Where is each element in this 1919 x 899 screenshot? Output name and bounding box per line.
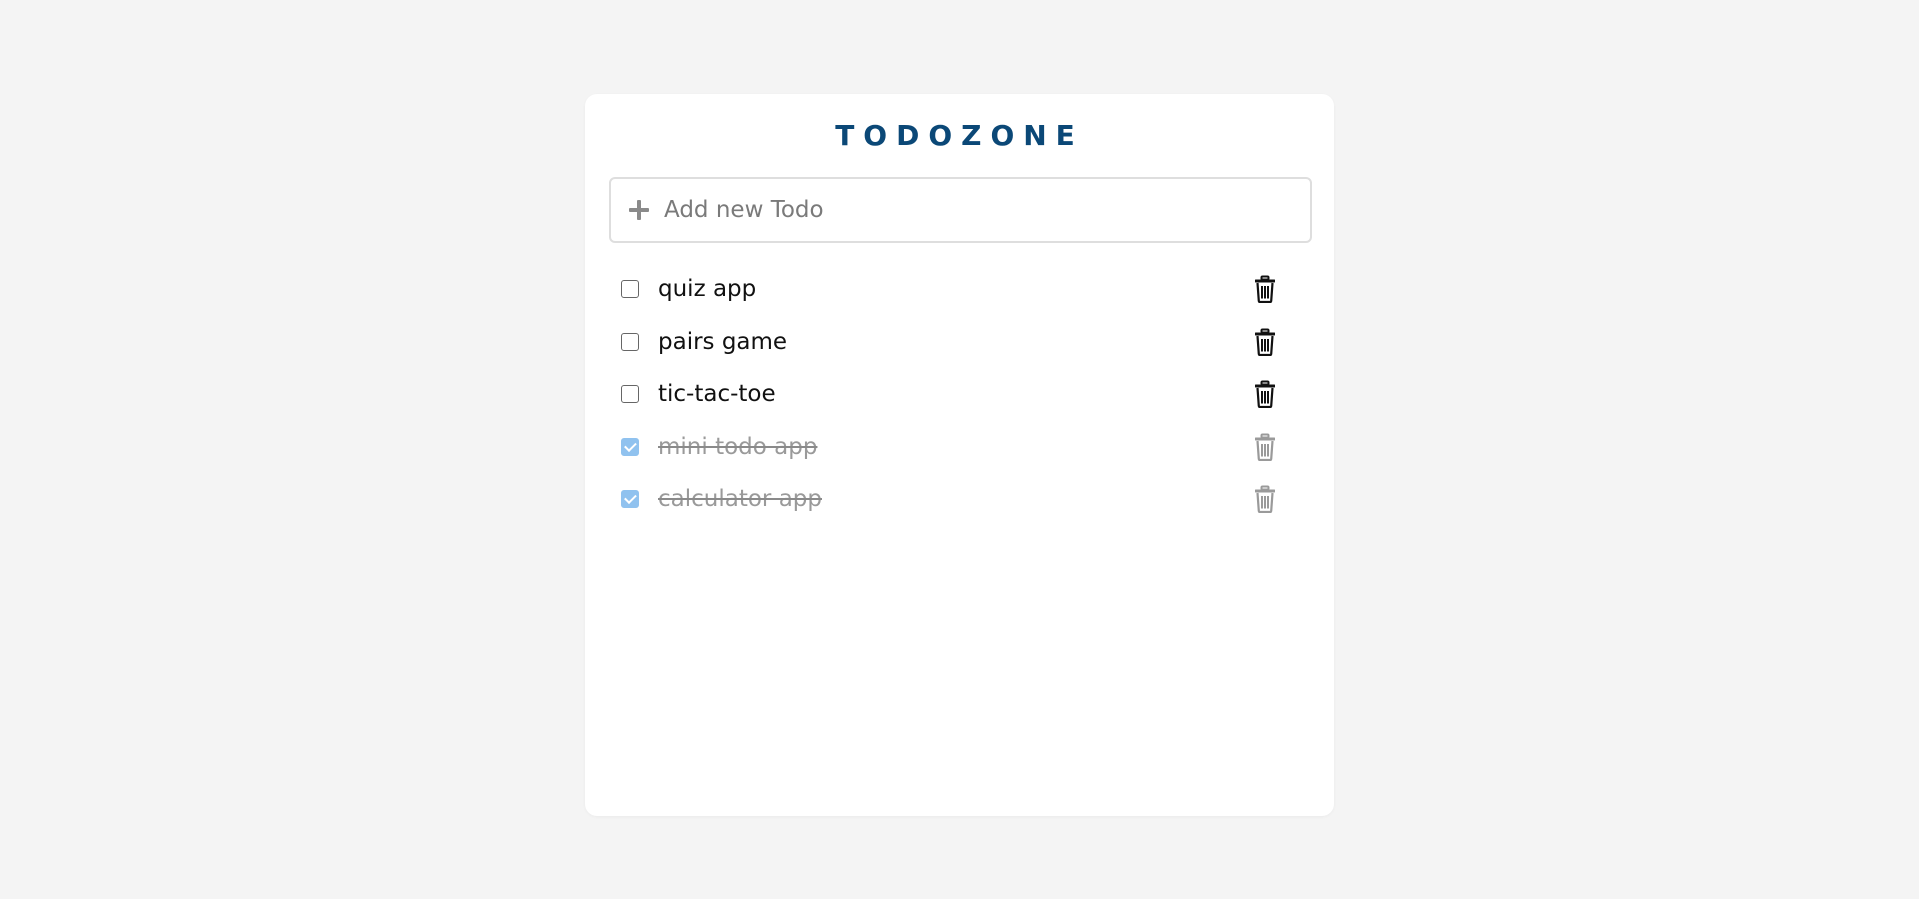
delete-button[interactable] (1252, 484, 1278, 514)
plus-icon[interactable] (628, 199, 650, 221)
add-todo-box[interactable] (609, 177, 1312, 243)
todo-checkbox[interactable] (621, 280, 639, 299)
todo-checkbox[interactable] (621, 437, 639, 456)
todo-item: mini todo app (609, 421, 1312, 474)
delete-button[interactable] (1252, 379, 1278, 409)
todo-item: tic-tac-toe (609, 368, 1312, 421)
trash-icon (1255, 433, 1275, 461)
todo-checkbox[interactable] (621, 385, 639, 404)
trash-icon (1255, 328, 1275, 356)
trash-icon (1255, 380, 1275, 409)
todo-text: calculator app (658, 486, 822, 513)
todo-checkbox[interactable] (621, 332, 639, 351)
delete-button[interactable] (1252, 274, 1278, 304)
trash-icon (1255, 485, 1275, 514)
todo-text: pairs game (658, 328, 788, 355)
delete-button[interactable] (1252, 432, 1278, 462)
todo-text: tic-tac-toe (658, 381, 776, 408)
app-title: TODOZONE (835, 119, 1084, 152)
delete-button[interactable] (1252, 327, 1278, 357)
todo-text: quiz app (658, 276, 757, 303)
trash-icon (1255, 275, 1275, 304)
todo-item: pairs game (609, 316, 1312, 369)
todo-item: quiz app (609, 263, 1312, 316)
todo-checkbox[interactable] (621, 490, 639, 509)
todo-item: calculator app (609, 473, 1312, 526)
todo-list: quiz app pairs game tic-tac-toe mini tod… (609, 263, 1312, 526)
todo-text: mini todo app (658, 433, 818, 460)
add-todo-input[interactable] (664, 179, 1310, 241)
